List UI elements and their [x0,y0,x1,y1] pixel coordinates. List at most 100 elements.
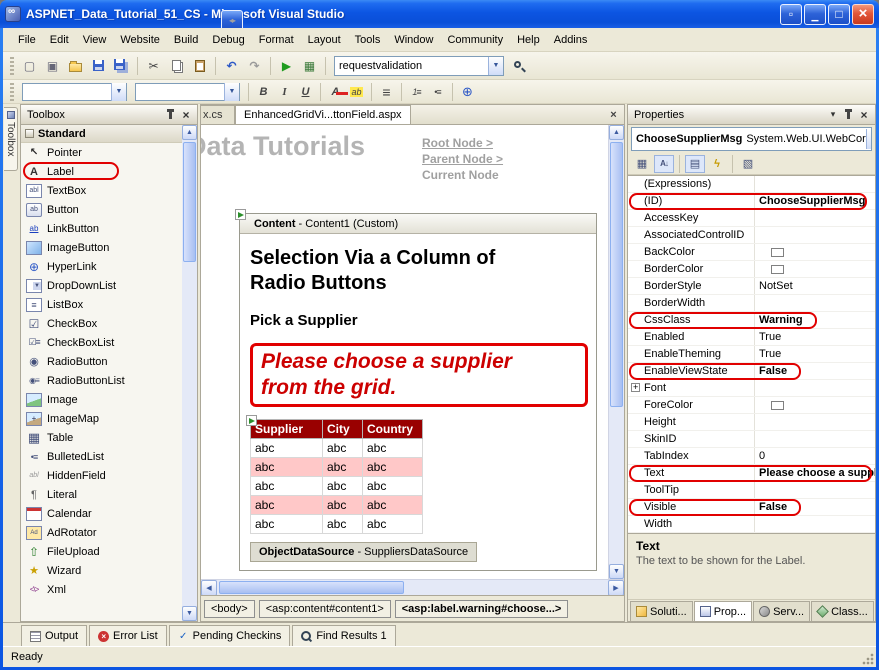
save-all-icon[interactable] [111,55,132,76]
tab-properties[interactable]: Prop... [694,601,752,621]
toolbar-grip[interactable] [10,57,14,75]
toolbox-item-radiobutton[interactable]: RadioButton [21,352,182,371]
toolbox-item-calendar[interactable]: Calendar [21,504,182,523]
vertical-scrollbar[interactable]: ▲ ▼ [608,125,624,579]
resize-grip[interactable] [862,653,874,665]
object-selector[interactable]: ChooseSupplierMsg System.Web.UI.WebCor ▼ [631,127,872,151]
toolbox-item-checkboxlist[interactable]: CheckBoxList [21,333,182,352]
property-row-cssclass[interactable]: CssClassWarning [628,312,875,329]
property-pages-icon[interactable] [738,155,758,173]
property-row-id[interactable]: (ID)ChooseSupplierMsg [628,193,875,210]
toolbox-autohide-tab[interactable]: Toolbox [4,107,18,171]
property-row-enableviewstate[interactable]: EnableViewStateFalse [628,363,875,380]
smart-tag-icon[interactable] [235,209,246,220]
smart-tag-icon[interactable] [246,415,257,426]
events-icon[interactable] [707,155,727,173]
design-surface[interactable]: Data Tutorials Root Node > Parent Node >… [201,125,608,579]
bullet-list-icon[interactable] [428,82,447,101]
find-icon[interactable] [509,55,530,76]
toolbox-item-listbox[interactable]: ListBox [21,295,182,314]
property-row-borderwidth[interactable]: BorderWidth [628,295,875,312]
content-placeholder[interactable]: Content - Content1 (Custom) Selection Vi… [239,213,597,571]
cut-icon[interactable] [143,55,164,76]
property-row-skinid[interactable]: SkinID [628,431,875,448]
toolbox-item-linkbutton[interactable]: LinkButton [21,219,182,238]
menu-debug[interactable]: Debug [205,31,251,49]
chevron-down-icon[interactable]: ▼ [488,57,503,75]
toolbox-section-standard[interactable]: Standard [21,125,182,143]
close-document-icon[interactable]: × [606,108,621,122]
pin-icon[interactable] [847,111,850,119]
toolbox-item-xml[interactable]: Xml [21,580,182,599]
property-row-accesskey[interactable]: AccessKey [628,210,875,227]
window-doc-icon[interactable] [780,4,802,25]
property-row-font[interactable]: Font [628,380,875,397]
tag-label[interactable]: <asp:label.warning#choose...> [395,600,569,618]
toolbox-item-button[interactable]: Button [21,200,182,219]
property-row-backcolor[interactable]: BackColor [628,244,875,261]
maximize-button[interactable] [828,4,850,25]
menu-tools[interactable]: Tools [348,31,388,49]
toolbox-item-adrotator[interactable]: AdRotator [21,523,182,542]
breadcrumb-root[interactable]: Root Node > [422,135,503,151]
save-icon[interactable] [88,55,109,76]
toolbox-item-literal[interactable]: Literal [21,485,182,504]
tab-find-results[interactable]: Find Results 1 [292,625,395,646]
tab-server-explorer[interactable]: Serv... [753,601,810,621]
start-debug-icon[interactable] [276,55,297,76]
tab-class-view[interactable]: Class... [811,601,874,621]
categorized-icon[interactable] [632,155,652,173]
content-placeholder-header[interactable]: Content - Content1 (Custom) [240,214,596,234]
tab-pending-checkins[interactable]: Pending Checkins [169,625,291,646]
toolbox-scrollbar[interactable]: ▲ ▼ [182,125,197,621]
align-left-icon[interactable] [377,82,396,101]
chevron-down-icon[interactable] [826,108,840,121]
hyperlink-icon[interactable] [458,82,477,101]
toolbox-item-dropdownlist[interactable]: DropDownList [21,276,182,295]
property-row-forecolor[interactable]: ForeColor [628,397,875,414]
preview-icon[interactable] [299,55,320,76]
property-row-expressions[interactable]: (Expressions) [628,176,875,193]
font-combo[interactable]: ▼ [135,83,240,101]
document-tab-aspx[interactable]: EnhancedGridVi...ttonField.aspx [235,105,411,124]
scroll-thumb[interactable] [610,142,623,407]
scroll-right-icon[interactable]: ▶ [608,580,624,596]
scroll-thumb[interactable] [183,142,196,262]
suppliers-gridview[interactable]: Supplier City Country abcabcabc abcabcab… [250,419,423,534]
tab-error-list[interactable]: Error List [89,625,167,646]
toolbox-item-radiobuttonlist[interactable]: RadioButtonList [21,371,182,390]
toolbox-item-pointer[interactable]: Pointer [21,143,182,162]
expand-icon[interactable] [631,383,640,392]
toolbox-item-hyperlink[interactable]: HyperLink [21,257,182,276]
property-row-associatedcontrolid[interactable]: AssociatedControlID [628,227,875,244]
toolbox-item-wizard[interactable]: Wizard [21,561,182,580]
toolbox-item-textbox[interactable]: TextBox [21,181,182,200]
horizontal-scrollbar[interactable]: ◀ ▶ [201,579,624,595]
toolbox-header[interactable]: Toolbox [21,105,197,125]
properties-view-icon[interactable] [685,155,705,173]
toolbox-item-checkbox[interactable]: CheckBox [21,314,182,333]
scroll-down-icon[interactable]: ▼ [182,606,197,621]
scroll-up-icon[interactable]: ▲ [182,125,197,140]
menu-format[interactable]: Format [252,31,301,49]
close-icon[interactable] [179,108,193,121]
italic-icon[interactable] [275,82,294,101]
copy-icon[interactable] [166,55,187,76]
pin-icon[interactable] [169,111,172,119]
toolbox-item-image[interactable]: Image [21,390,182,409]
numbered-list-icon[interactable] [407,82,426,101]
property-row-bordercolor[interactable]: BorderColor [628,261,875,278]
property-row-tabindex[interactable]: TabIndex0 [628,448,875,465]
properties-header[interactable]: Properties [628,105,875,125]
alphabetical-icon[interactable] [654,155,674,173]
scroll-up-icon[interactable]: ▲ [609,125,624,140]
style-combo[interactable]: ▼ [22,83,127,101]
menu-edit[interactable]: Edit [43,31,76,49]
property-row-visible[interactable]: VisibleFalse [628,499,875,516]
tag-body[interactable]: <body> [204,600,255,618]
tag-content[interactable]: <asp:content#content1> [259,600,391,618]
menu-view[interactable]: View [76,31,114,49]
toolbox-item-label[interactable]: Label [21,162,182,181]
toolbar-grip[interactable] [10,83,14,101]
close-icon[interactable] [857,108,871,121]
